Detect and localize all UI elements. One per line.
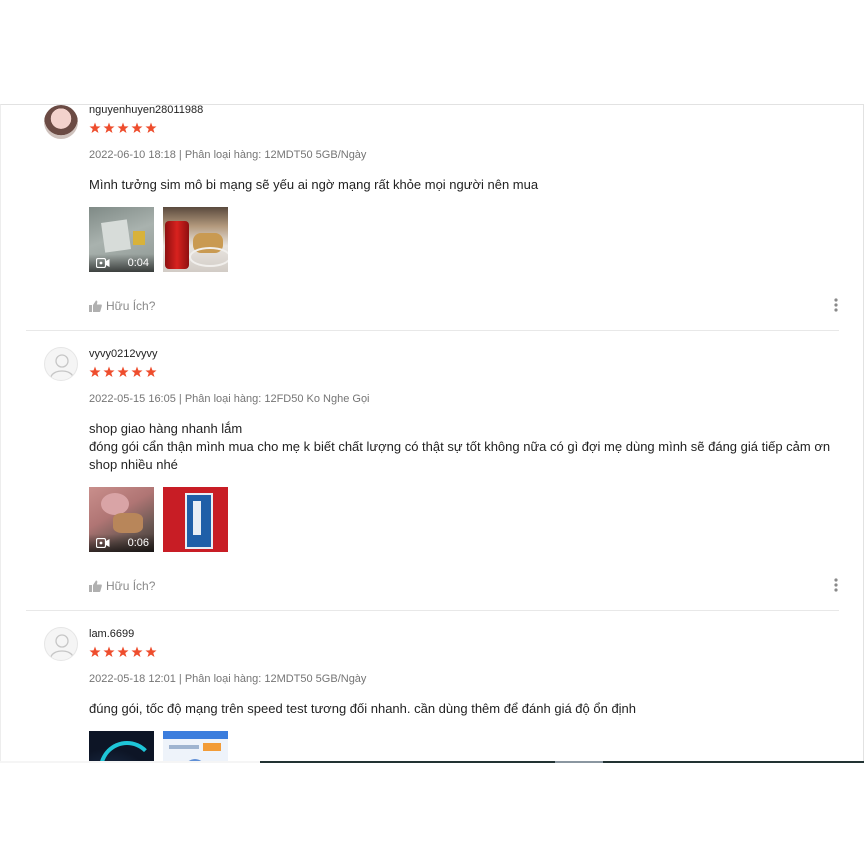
- review-meta: 2022-06-10 18:18 | Phân loại hàng: 12MDT…: [89, 149, 367, 161]
- star-icon: [89, 366, 101, 378]
- video-duration: 0:06: [127, 537, 149, 549]
- review-video-thumbnail[interactable]: 0:06: [89, 487, 154, 552]
- review-comment: đúng gói, tốc độ mạng trên speed test tư…: [89, 701, 637, 716]
- star-icon: [103, 646, 115, 658]
- review-divider: [26, 330, 839, 331]
- helpful-button[interactable]: Hữu Ích?: [89, 299, 155, 313]
- star-icon: [89, 122, 101, 134]
- review-photo-thumbnail[interactable]: [163, 207, 228, 272]
- rating-stars: [89, 366, 157, 379]
- review-photo-thumbnail[interactable]: [89, 731, 154, 762]
- vertical-ellipsis-icon[interactable]: [833, 297, 839, 313]
- review-media: [89, 731, 228, 762]
- star-icon: [145, 366, 157, 378]
- star-icon: [89, 646, 101, 658]
- review-photo-thumbnail[interactable]: [163, 487, 228, 552]
- reviewer-name[interactable]: nguyenhuyen28011988: [89, 105, 203, 116]
- reviews-panel: nguyenhuyen28011988 2022-06-10 18:18 | P…: [0, 104, 864, 762]
- star-icon: [131, 366, 143, 378]
- star-icon: [103, 122, 115, 134]
- default-user-icon: [50, 634, 74, 658]
- vertical-ellipsis-icon[interactable]: [833, 577, 839, 593]
- helpful-label: Hữu Ích?: [106, 579, 156, 593]
- review-comment: Mình tưởng sim mô bi mạng sẽ yếu ai ngờ …: [89, 177, 539, 192]
- star-icon: [131, 122, 143, 134]
- default-user-icon: [50, 354, 74, 378]
- reviewer-name[interactable]: lam.6699: [89, 628, 134, 640]
- bottom-scroll-strip: [0, 761, 864, 763]
- star-icon: [145, 122, 157, 134]
- review-media: 0:04: [89, 207, 228, 272]
- video-camera-icon: [96, 538, 110, 548]
- star-icon: [145, 646, 157, 658]
- video-duration: 0:04: [127, 257, 149, 269]
- thumbs-up-icon: [89, 580, 102, 592]
- review-photo-thumbnail[interactable]: [163, 731, 228, 762]
- review-media: 0:06: [89, 487, 228, 552]
- reviewer-name[interactable]: vyvy0212vyvy: [89, 348, 157, 360]
- star-icon: [117, 646, 129, 658]
- rating-stars: [89, 122, 157, 135]
- star-icon: [131, 646, 143, 658]
- rating-stars: [89, 646, 157, 659]
- star-icon: [103, 366, 115, 378]
- avatar[interactable]: [44, 627, 78, 661]
- avatar[interactable]: [44, 105, 78, 139]
- helpful-button[interactable]: Hữu Ích?: [89, 579, 155, 593]
- review-meta: 2022-05-18 12:01 | Phân loại hàng: 12MDT…: [89, 673, 367, 685]
- avatar[interactable]: [44, 347, 78, 381]
- review-video-thumbnail[interactable]: 0:04: [89, 207, 154, 272]
- helpful-label: Hữu Ích?: [106, 299, 156, 313]
- review-comment: shop giao hàng nhanh lắm đóng gói cẩn th…: [89, 421, 831, 472]
- thumbs-up-icon: [89, 300, 102, 312]
- star-icon: [117, 366, 129, 378]
- review-divider: [26, 610, 839, 611]
- video-camera-icon: [96, 258, 110, 268]
- review-meta: 2022-05-15 16:05 | Phân loại hàng: 12FD5…: [89, 393, 370, 405]
- star-icon: [117, 122, 129, 134]
